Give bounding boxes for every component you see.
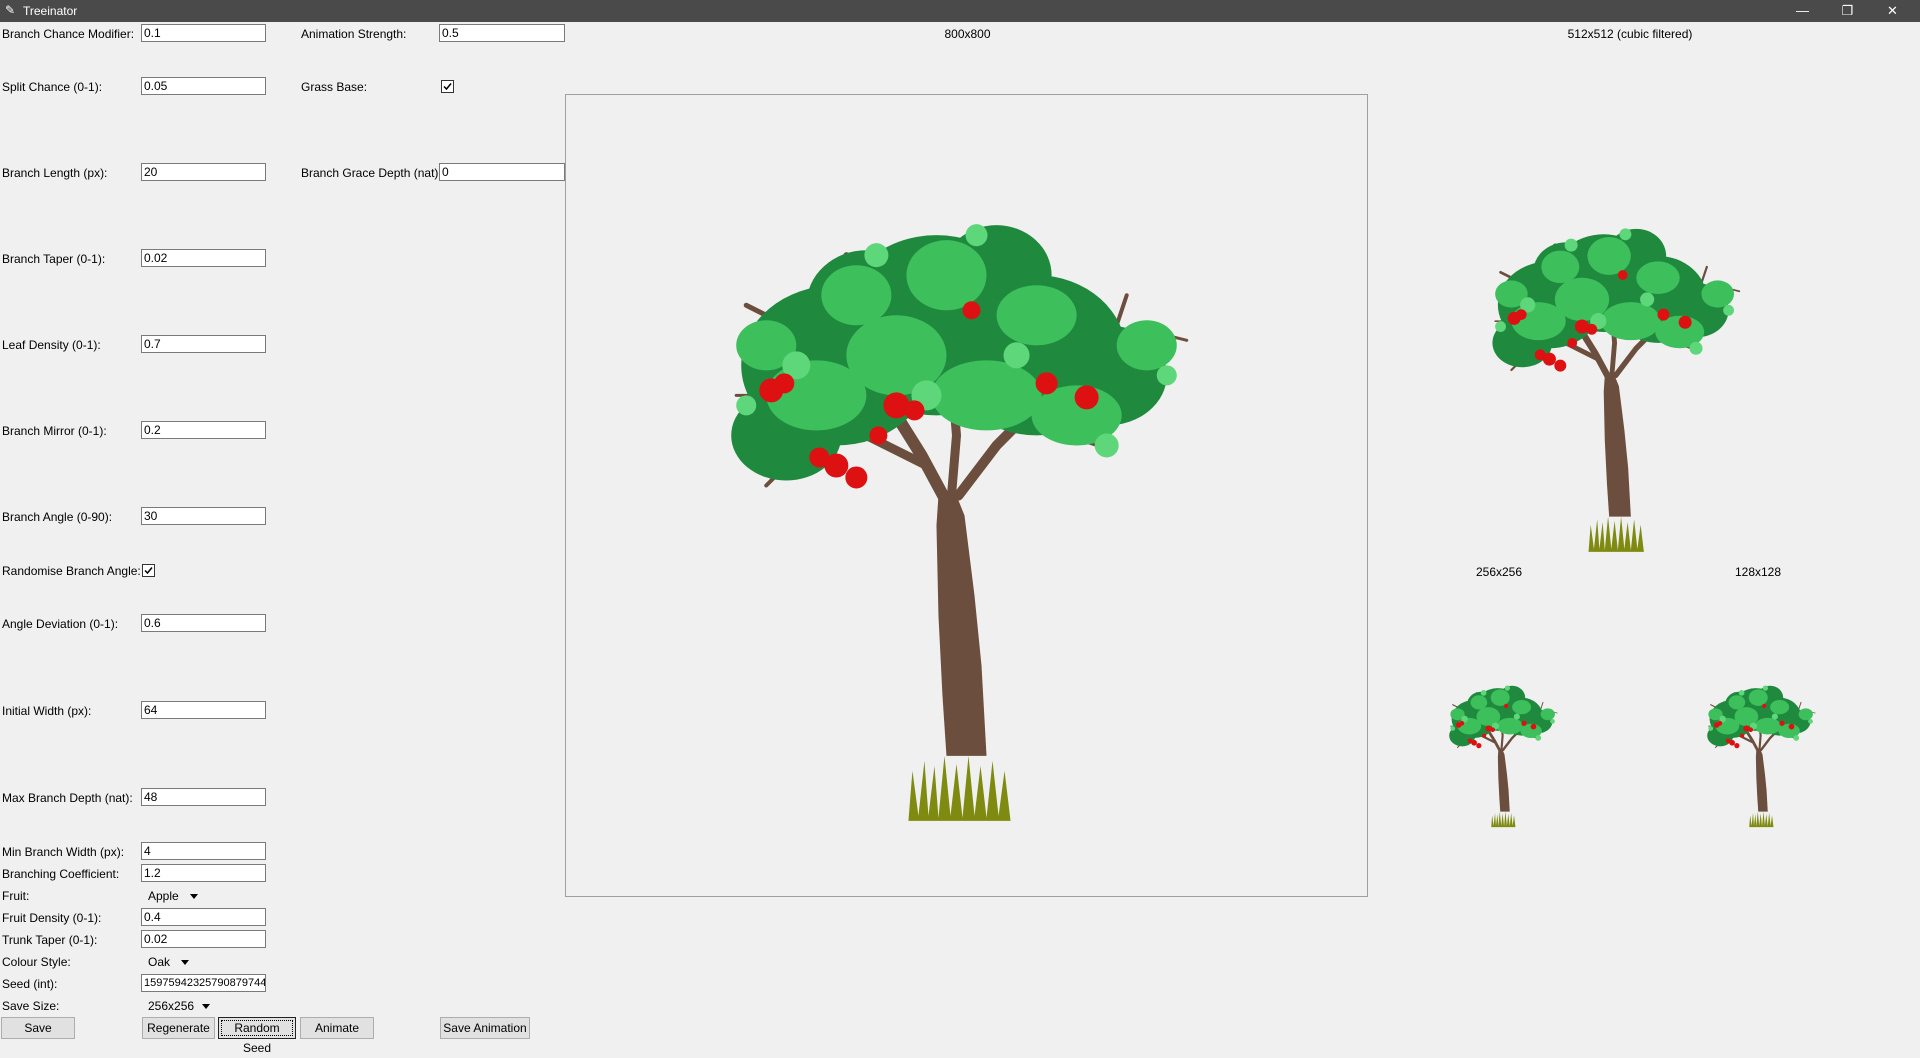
branching-coefficient-input[interactable]: 1.2: [141, 864, 266, 882]
seed-label: Seed (int):: [2, 977, 58, 991]
branch-chance-modifier-label: Branch Chance Modifier:: [2, 27, 135, 41]
title-bar: ✎ Treeinator — ❐ ✕: [0, 0, 1920, 22]
animate-button[interactable]: Animate: [300, 1017, 374, 1039]
initial-width-input[interactable]: 64: [141, 701, 266, 719]
branch-chance-modifier-input[interactable]: 0.1: [141, 24, 266, 42]
main-preview-size-label: 800x800: [944, 27, 991, 41]
checkmark-icon: [144, 567, 153, 575]
animation-strength-label: Animation Strength:: [301, 27, 407, 41]
window-title: Treeinator: [23, 4, 78, 18]
colour-style-dropdown-value: Oak: [148, 955, 171, 969]
branch-grace-depth-label: Branch Grace Depth (nat):: [301, 166, 442, 180]
branch-taper-label: Branch Taper (0-1):: [2, 252, 106, 266]
save-size-dropdown-value: 256x256: [148, 999, 195, 1013]
trunk-taper-label: Trunk Taper (0-1):: [2, 933, 98, 947]
min-branch-width-label: Min Branch Width (px):: [2, 845, 125, 859]
chevron-down-icon: [190, 894, 198, 899]
split-chance-label: Split Chance (0-1):: [2, 80, 103, 94]
close-button[interactable]: ✕: [1870, 0, 1915, 22]
medium-preview-image: [1447, 684, 1559, 829]
animation-strength-input[interactable]: 0.5: [439, 24, 565, 42]
large-preview-image: [1400, 180, 1840, 560]
minimize-button[interactable]: —: [1780, 0, 1825, 22]
max-branch-depth-input[interactable]: 48: [141, 788, 266, 806]
split-chance-input[interactable]: 0.05: [141, 77, 266, 95]
fruit-density-label: Fruit Density (0-1):: [2, 911, 102, 925]
random-seed-button[interactable]: Random Seed: [218, 1017, 296, 1055]
initial-width-label: Initial Width (px):: [2, 704, 92, 718]
branch-mirror-label: Branch Mirror (0-1):: [2, 424, 107, 438]
branch-mirror-input[interactable]: 0.2: [141, 421, 266, 439]
randomise-branch-angle-checkbox[interactable]: [142, 564, 155, 577]
branch-angle-input[interactable]: 30: [141, 507, 266, 525]
main-preview-canvas: [565, 94, 1368, 897]
angle-deviation-input[interactable]: 0.6: [141, 614, 266, 632]
branch-taper-input[interactable]: 0.02: [141, 249, 266, 267]
restore-button[interactable]: ❐: [1825, 0, 1870, 22]
fruit-dropdown[interactable]: Apple: [148, 889, 208, 903]
randomise-branch-angle-label: Randomise Branch Angle:: [2, 564, 141, 578]
feather-icon: ✎: [5, 3, 16, 17]
colour-style-dropdown[interactable]: Oak: [148, 955, 198, 969]
fruit-density-input[interactable]: 0.4: [141, 908, 266, 926]
chevron-down-icon: [181, 960, 189, 965]
chevron-down-icon: [202, 1004, 210, 1009]
small-preview-image: [1705, 684, 1817, 829]
seed-input[interactable]: 15975942325790879744: [141, 974, 266, 992]
colour-style-label: Colour Style:: [2, 955, 71, 969]
max-branch-depth-label: Max Branch Depth (nat):: [2, 791, 133, 805]
leaf-density-label: Leaf Density (0-1):: [2, 338, 101, 352]
grass-base-label: Grass Base:: [301, 80, 368, 94]
checkmark-icon: [443, 83, 452, 91]
branch-angle-label: Branch Angle (0-90):: [2, 510, 113, 524]
save-animation-button[interactable]: Save Animation: [440, 1017, 530, 1039]
branch-length-input[interactable]: 20: [141, 163, 266, 181]
fruit-label: Fruit:: [2, 889, 30, 903]
min-branch-width-input[interactable]: 4: [141, 842, 266, 860]
trunk-taper-input[interactable]: 0.02: [141, 930, 266, 948]
fruit-dropdown-value: Apple: [148, 889, 179, 903]
leaf-density-input[interactable]: 0.7: [141, 335, 266, 353]
medium-preview-size-label: 256x256: [1475, 565, 1523, 579]
grass-base-checkbox[interactable]: [441, 80, 454, 93]
save-size-dropdown[interactable]: 256x256: [148, 999, 218, 1013]
save-button[interactable]: Save: [1, 1017, 75, 1039]
large-preview-size-label: 512x512 (cubic filtered): [1567, 27, 1693, 41]
save-size-label: Save Size:: [2, 999, 60, 1013]
small-preview-size-label: 128x128: [1734, 565, 1782, 579]
branch-grace-depth-input[interactable]: 0: [439, 163, 565, 181]
tree-image: [566, 95, 1367, 896]
branch-length-label: Branch Length (px):: [2, 166, 108, 180]
regenerate-button[interactable]: Regenerate: [142, 1017, 215, 1039]
branching-coefficient-label: Branching Coefficient:: [2, 867, 120, 881]
angle-deviation-label: Angle Deviation (0-1):: [2, 617, 119, 631]
